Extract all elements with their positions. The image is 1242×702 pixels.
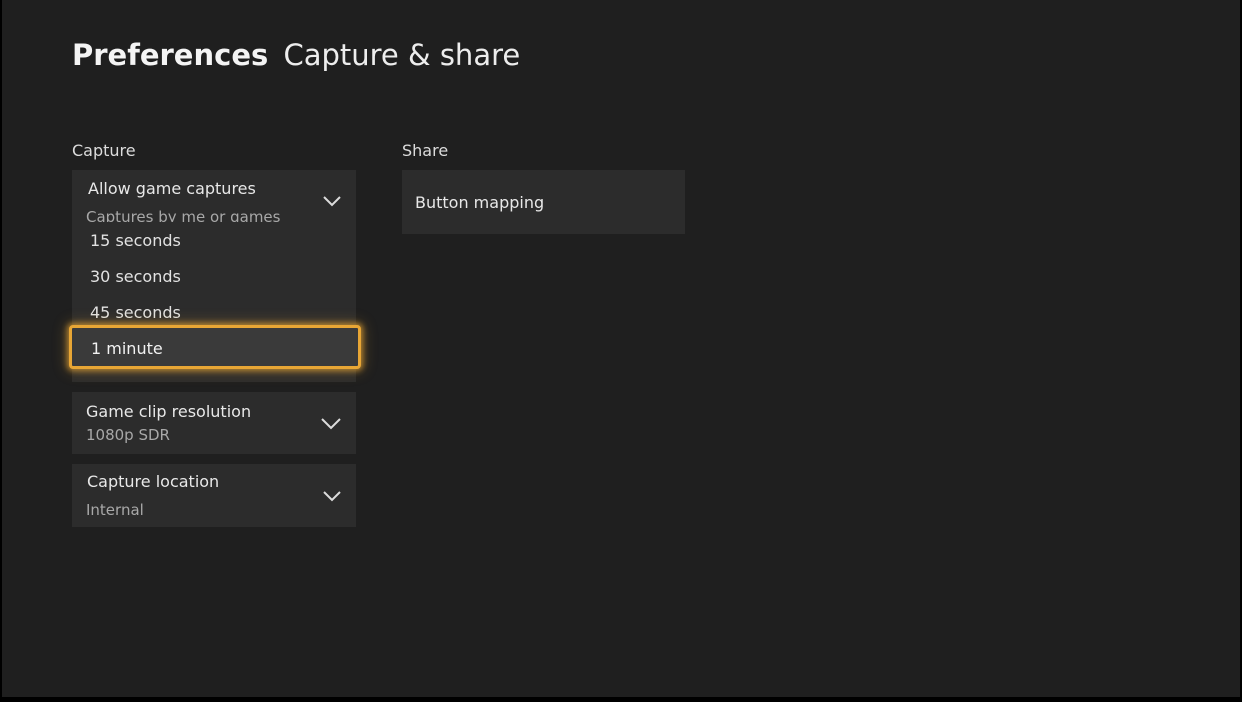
chevron-down-icon: [322, 490, 342, 504]
capture-location-value: Internal: [86, 501, 144, 519]
capture-location-dropdown[interactable]: Capture location Internal: [72, 464, 356, 527]
option-30-seconds[interactable]: 30 seconds: [90, 267, 181, 286]
game-clip-resolution-label: Game clip resolution: [86, 402, 252, 421]
button-mapping-label: Button mapping: [415, 193, 545, 212]
game-clip-resolution-dropdown[interactable]: Game clip resolution 1080p SDR: [72, 392, 356, 454]
chevron-down-icon: [322, 195, 342, 209]
button-mapping-button[interactable]: Button mapping: [402, 170, 685, 234]
option-1-minute[interactable]: 1 minute: [69, 325, 361, 369]
allow-game-captures-label: Allow game captures: [88, 179, 256, 198]
option-15-seconds[interactable]: 15 seconds: [90, 231, 181, 250]
settings-screen: Preferences Capture & share Capture Shar…: [2, 0, 1240, 697]
share-section-label: Share: [402, 141, 449, 160]
page-title: Preferences Capture & share: [72, 38, 520, 72]
allow-game-captures-dropdown[interactable]: Allow game captures Captures by me or ga…: [72, 170, 356, 226]
option-45-seconds[interactable]: 45 seconds: [90, 303, 181, 322]
page-title-primary: Preferences: [72, 38, 269, 72]
capture-section-label: Capture: [72, 141, 136, 160]
option-1-minute-label: 1 minute: [91, 339, 163, 358]
capture-location-label: Capture location: [87, 472, 220, 491]
game-clip-resolution-value: 1080p SDR: [86, 426, 170, 444]
page-title-secondary: Capture & share: [283, 38, 521, 72]
chevron-down-icon: [320, 417, 341, 431]
